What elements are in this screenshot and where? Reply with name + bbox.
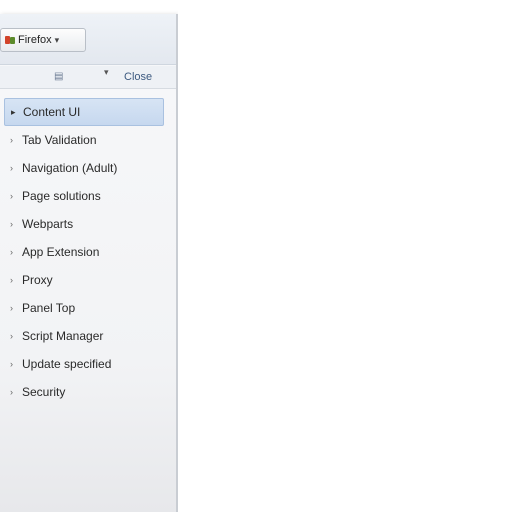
expand-arrow-icon: › (10, 191, 13, 201)
sidebar-item[interactable]: › Page solutions (4, 182, 164, 210)
sort-icon[interactable]: ▾ (104, 67, 109, 78)
sidebar-item[interactable]: › Webparts (4, 210, 164, 238)
expand-arrow-icon: › (10, 247, 13, 257)
main-content-area (178, 0, 512, 512)
filter-icon[interactable]: ▤ (54, 71, 63, 82)
sidebar-item-label: Page solutions (22, 189, 101, 203)
expand-arrow-icon: › (10, 135, 13, 145)
sidebar-item[interactable]: › Tab Validation (4, 126, 164, 154)
profile-menu-button[interactable]: Firefox ▾ (0, 28, 86, 52)
sidebar-item[interactable]: › App Extension (4, 238, 164, 266)
sidebar-item-label: Proxy (22, 273, 53, 287)
expand-arrow-icon: › (10, 331, 13, 341)
sidebar-item-label: Panel Top (22, 301, 76, 315)
sidebar-item[interactable]: › Update specified (4, 350, 164, 378)
expand-arrow-icon: › (10, 387, 13, 397)
sidebar-item-label: Content UI (23, 105, 81, 119)
profile-label: Firefox (18, 34, 52, 46)
sidebar-list: ▸ Content UI › Tab Validation › Navigati… (0, 98, 170, 406)
sidebar-item[interactable]: › Script Manager (4, 322, 164, 350)
sidebar-item[interactable]: › Security (4, 378, 164, 406)
sidebar-item-label: Tab Validation (22, 133, 97, 147)
sidebar-item-label: Navigation (Adult) (22, 161, 118, 175)
browser-logo-icon (5, 35, 15, 45)
sidebar-toolbar: ▤ ▾ Close (0, 66, 176, 89)
sidebar-item-label: Webparts (22, 217, 74, 231)
sidebar-item[interactable]: ▸ Content UI (4, 98, 164, 126)
sidebar-item-label: App Extension (22, 245, 100, 259)
sidebar-item[interactable]: › Navigation (Adult) (4, 154, 164, 182)
expand-arrow-icon: ▸ (11, 106, 16, 117)
close-button[interactable]: Close (124, 71, 152, 83)
expand-arrow-icon: › (10, 163, 13, 173)
sidebar-item[interactable]: › Panel Top (4, 294, 164, 322)
expand-arrow-icon: › (10, 359, 13, 369)
sidebar-item-label: Update specified (22, 357, 112, 371)
titlebar: Firefox ▾ (0, 14, 176, 65)
expand-arrow-icon: › (10, 303, 13, 313)
chevron-down-icon: ▾ (54, 34, 60, 45)
expand-arrow-icon: › (10, 275, 13, 285)
sidebar-panel: Firefox ▾ ▤ ▾ Close ▸ Content UI › Tab V… (0, 14, 178, 512)
sidebar-item-label: Script Manager (22, 329, 104, 343)
sidebar-item[interactable]: › Proxy (4, 266, 164, 294)
sidebar-item-label: Security (22, 385, 66, 399)
expand-arrow-icon: › (10, 219, 13, 229)
